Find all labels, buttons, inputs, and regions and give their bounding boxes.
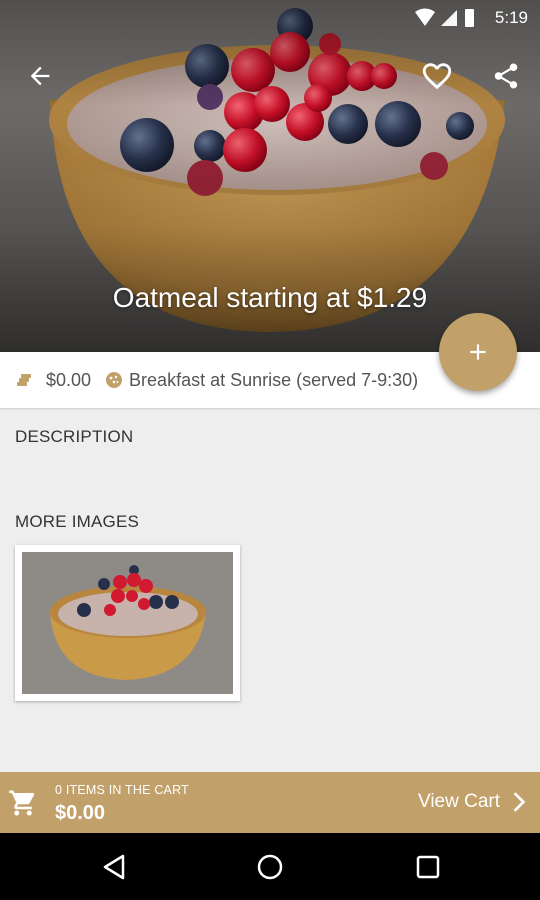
triangle-back-icon — [103, 854, 125, 880]
price-info: $0.00 — [16, 370, 91, 391]
back-arrow-icon — [30, 66, 50, 86]
status-time: 5:19 — [494, 8, 528, 27]
product-title: Oatmeal starting at $1.29 — [112, 282, 428, 313]
price-text: $0.00 — [46, 369, 92, 390]
cart-total: $0.00 — [55, 802, 106, 824]
hero-image: 5:19 Oatmeal starting at $1.29 — [0, 0, 540, 352]
signal-icon — [441, 10, 457, 26]
coins-icon — [17, 374, 31, 386]
status-icons — [414, 7, 474, 29]
nav-back-button[interactable] — [96, 849, 132, 885]
product-detail-screen: 5:19 Oatmeal starting at $1.29 $0.00 Bre… — [0, 0, 540, 900]
nav-home-button[interactable] — [252, 849, 288, 885]
status-bar: 5:19 — [0, 0, 540, 36]
description-label: DESCRIPTION — [15, 427, 134, 446]
menu-info: Breakfast at Sunrise (served 7-9:30) — [105, 370, 418, 391]
heart-outline-icon — [422, 63, 452, 90]
nav-recents-button[interactable] — [410, 849, 446, 885]
chevron-right-icon — [513, 792, 526, 812]
cart-bar: 0 ITEMS IN THE CART $0.00 View Cart — [0, 772, 540, 833]
add-to-cart-fab[interactable] — [439, 313, 517, 391]
menu-text: Breakfast at Sunrise (served 7-9:30) — [129, 369, 419, 390]
view-cart-button[interactable]: View Cart — [418, 791, 528, 813]
circle-home-icon — [257, 854, 283, 880]
shopping-cart-icon — [9, 790, 35, 816]
share-button[interactable] — [484, 54, 528, 98]
plus-icon — [470, 344, 486, 360]
cookie-icon — [106, 372, 123, 388]
share-icon — [494, 63, 518, 89]
battery-icon — [465, 9, 474, 27]
square-recents-icon — [416, 855, 440, 879]
favorite-button[interactable] — [415, 54, 459, 98]
system-navigation-bar — [0, 833, 540, 900]
back-button[interactable] — [18, 54, 62, 98]
thumbnail-image — [22, 552, 233, 694]
wifi-icon — [415, 8, 435, 26]
image-thumbnail[interactable] — [15, 545, 240, 701]
view-cart-label: View Cart — [417, 791, 500, 812]
cart-item-count: 0 ITEMS IN THE CART — [55, 783, 189, 797]
more-images-label: MORE IMAGES — [15, 512, 140, 531]
